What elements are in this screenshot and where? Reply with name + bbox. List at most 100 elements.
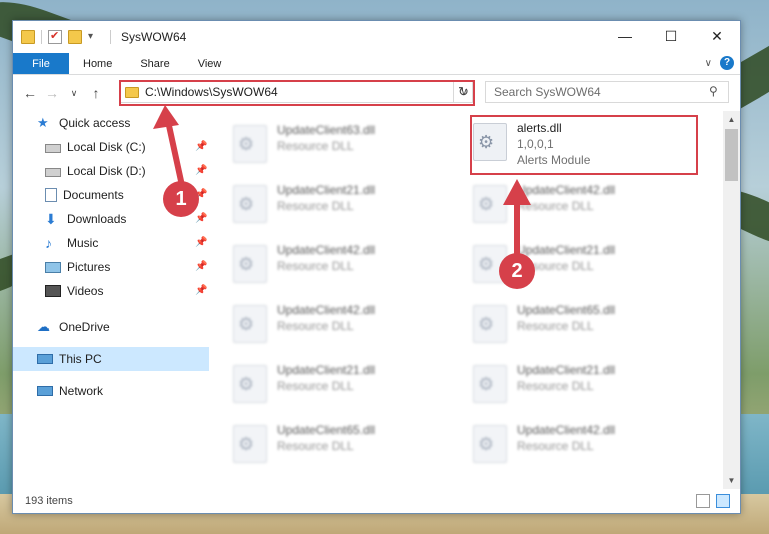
back-arrow-icon[interactable]: ← bbox=[19, 85, 41, 101]
file-tile[interactable]: UpdateClient21.dll Resource DLL bbox=[473, 361, 698, 411]
file-name: UpdateClient21.dll bbox=[517, 363, 616, 377]
downloads-icon: ⬇ bbox=[45, 211, 57, 227]
details-view-icon[interactable] bbox=[696, 494, 710, 508]
file-tile[interactable]: UpdateClient65.dll Resource DLL bbox=[233, 421, 458, 471]
status-bar: 193 items bbox=[13, 489, 740, 513]
dll-file-icon bbox=[473, 305, 507, 343]
drive-icon bbox=[45, 143, 61, 153]
dll-file-icon bbox=[473, 185, 507, 223]
search-input[interactable]: Search SysWOW64 bbox=[485, 81, 729, 103]
scroll-down-icon[interactable]: ▼ bbox=[723, 472, 740, 489]
file-name: UpdateClient21.dll bbox=[517, 243, 616, 257]
file-type: Resource DLL bbox=[517, 199, 594, 213]
sidebar-item-network[interactable]: Network bbox=[37, 379, 103, 403]
sidebar-item-downloads[interactable]: ⬇ Downloads bbox=[45, 207, 126, 231]
item-count: 193 items bbox=[25, 495, 73, 507]
properties-icon[interactable] bbox=[48, 29, 62, 44]
sidebar-item-local-disk-d[interactable]: Local Disk (D:) bbox=[45, 159, 146, 183]
navigation-pane: ★ Quick access Local Disk (C:) 📌 Local D… bbox=[13, 111, 209, 489]
documents-icon bbox=[45, 188, 57, 202]
file-name: UpdateClient21.dll bbox=[277, 363, 376, 377]
sidebar-item-documents[interactable]: Documents bbox=[45, 183, 124, 207]
pin-icon[interactable]: 📌 bbox=[195, 165, 207, 176]
file-explorer-window: ▾ SysWOW64 — ☐ ✕ File Home Share View ∨ … bbox=[12, 20, 741, 514]
large-icons-view-icon[interactable] bbox=[716, 494, 730, 508]
sidebar-item-this-pc[interactable]: This PC bbox=[13, 347, 209, 371]
quick-access-toolbar: ▾ bbox=[21, 29, 102, 44]
pin-icon[interactable]: 📌 bbox=[195, 285, 207, 296]
file-tile[interactable]: UpdateClient42.dll Resource DLL bbox=[233, 301, 458, 351]
file-type: Resource DLL bbox=[277, 139, 354, 153]
file-highlight-box bbox=[470, 115, 698, 175]
pictures-icon bbox=[45, 261, 61, 273]
file-name: UpdateClient42.dll bbox=[277, 243, 376, 257]
sidebar-item-onedrive[interactable]: ☁ OneDrive bbox=[37, 315, 110, 339]
music-icon: ♪ bbox=[45, 235, 52, 251]
title-bar: ▾ SysWOW64 — ☐ ✕ bbox=[13, 21, 740, 53]
file-type: Resource DLL bbox=[277, 259, 354, 273]
expand-ribbon-icon[interactable]: ∨ bbox=[705, 58, 712, 69]
minimize-button[interactable]: — bbox=[602, 21, 648, 51]
forward-arrow-icon[interactable]: → bbox=[41, 85, 63, 101]
step-2-badge: 2 bbox=[499, 253, 535, 289]
file-tile[interactable]: UpdateClient42.dll Resource DLL bbox=[473, 421, 698, 471]
dll-file-icon bbox=[233, 125, 267, 163]
new-folder-icon[interactable] bbox=[68, 30, 82, 44]
tab-share[interactable]: Share bbox=[126, 53, 183, 74]
window-title: SysWOW64 bbox=[121, 30, 187, 44]
file-tile[interactable]: UpdateClient21.dll Resource DLL bbox=[233, 361, 458, 411]
file-type: Resource DLL bbox=[277, 379, 354, 393]
dll-file-icon bbox=[233, 305, 267, 343]
sidebar-item-pictures[interactable]: Pictures bbox=[45, 255, 110, 279]
file-type: Resource DLL bbox=[277, 439, 354, 453]
file-name: UpdateClient63.dll bbox=[277, 123, 376, 137]
maximize-button[interactable]: ☐ bbox=[648, 21, 694, 51]
vertical-scrollbar[interactable]: ▲ ▼ bbox=[723, 111, 740, 489]
file-type: Resource DLL bbox=[517, 379, 594, 393]
sidebar-item-label: Network bbox=[59, 384, 104, 398]
toolbar-divider bbox=[41, 30, 42, 44]
star-icon: ★ bbox=[37, 115, 49, 130]
window-controls: — ☐ ✕ bbox=[602, 21, 740, 51]
help-icon[interactable]: ? bbox=[720, 56, 734, 70]
scrollbar-thumb[interactable] bbox=[725, 129, 738, 181]
dll-file-icon bbox=[233, 245, 267, 283]
pin-icon[interactable]: 📌 bbox=[195, 141, 207, 152]
dll-file-icon bbox=[473, 365, 507, 403]
scroll-up-icon[interactable]: ▲ bbox=[723, 111, 740, 128]
tab-view[interactable]: View bbox=[184, 53, 236, 74]
file-tile[interactable]: UpdateClient42.dll Resource DLL bbox=[233, 241, 458, 291]
file-tile[interactable]: UpdateClient42.dll Resource DLL bbox=[473, 181, 698, 231]
address-highlight-box bbox=[119, 80, 475, 106]
sidebar-item-label: Videos bbox=[67, 284, 104, 298]
file-tile[interactable]: UpdateClient63.dll Resource DLL bbox=[233, 121, 458, 171]
ribbon-right-controls: ∨ ? bbox=[705, 56, 734, 70]
sidebar-item-local-disk-c[interactable]: Local Disk (C:) bbox=[45, 135, 146, 159]
customize-toolbar-icon[interactable]: ▾ bbox=[88, 30, 102, 44]
sidebar-item-music[interactable]: ♪ Music bbox=[45, 231, 98, 255]
sidebar-item-label: Quick access bbox=[59, 116, 131, 130]
file-tile[interactable]: UpdateClient21.dll Resource DLL bbox=[233, 181, 458, 231]
file-name: UpdateClient42.dll bbox=[517, 423, 616, 437]
dll-file-icon bbox=[233, 425, 267, 463]
dll-file-icon bbox=[473, 425, 507, 463]
search-icon[interactable]: ⚲ bbox=[709, 84, 718, 98]
pin-icon[interactable]: 📌 bbox=[195, 237, 207, 248]
sidebar-item-videos[interactable]: Videos bbox=[45, 279, 103, 303]
view-switcher bbox=[696, 494, 730, 508]
tab-file[interactable]: File bbox=[13, 53, 69, 74]
recent-locations-icon[interactable]: ∨ bbox=[63, 88, 85, 99]
sidebar-item-quick-access[interactable]: ★ Quick access bbox=[37, 111, 130, 135]
up-arrow-icon[interactable]: ↑ bbox=[85, 85, 107, 101]
file-name: UpdateClient21.dll bbox=[277, 183, 376, 197]
computer-icon bbox=[37, 354, 53, 364]
file-tile[interactable]: UpdateClient65.dll Resource DLL bbox=[473, 301, 698, 351]
file-name: UpdateClient65.dll bbox=[517, 303, 616, 317]
tab-home[interactable]: Home bbox=[69, 53, 126, 74]
network-icon bbox=[37, 386, 53, 396]
close-button[interactable]: ✕ bbox=[694, 21, 740, 51]
dll-file-icon bbox=[233, 365, 267, 403]
pin-icon[interactable]: 📌 bbox=[195, 213, 207, 224]
pin-icon[interactable]: 📌 bbox=[195, 261, 207, 272]
file-list: UpdateClient63.dll Resource DLL UpdateCl… bbox=[211, 111, 725, 489]
